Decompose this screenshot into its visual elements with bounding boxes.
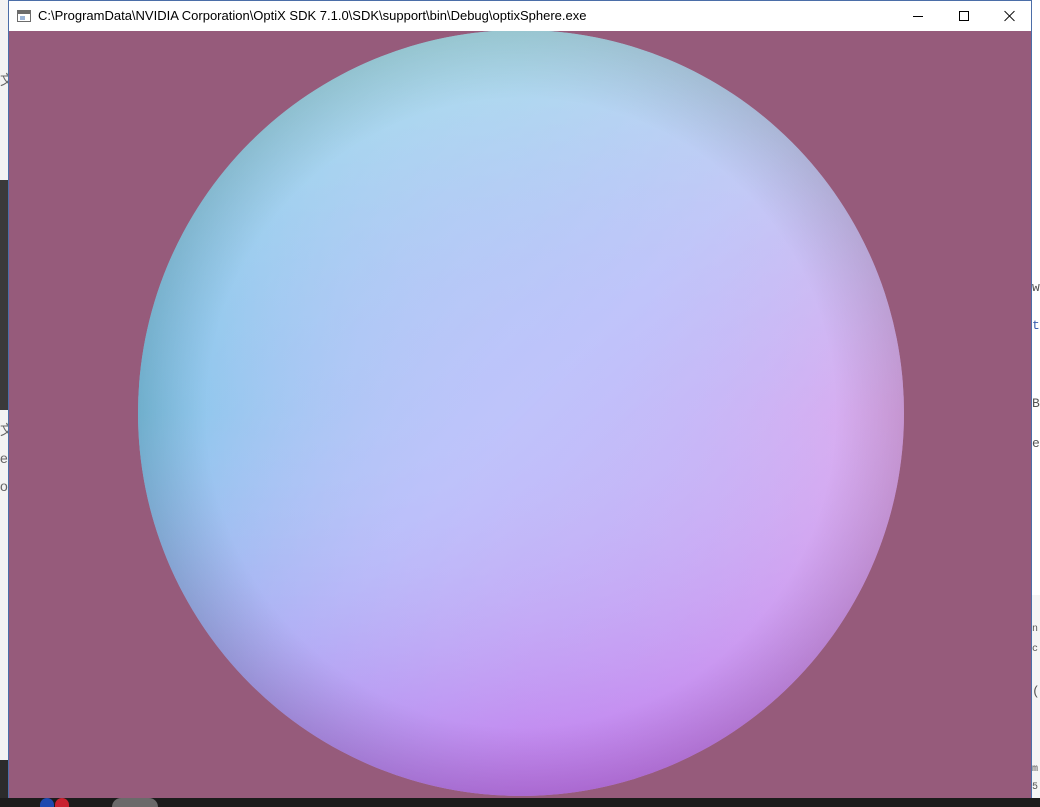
- maximize-icon: [959, 11, 969, 21]
- background-text: m: [1032, 764, 1039, 775]
- background-window-left-dark-panel: [0, 180, 8, 410]
- background-text: n: [1032, 624, 1039, 635]
- app-window-icon[interactable]: [17, 10, 31, 22]
- render-viewport[interactable]: [9, 31, 1031, 798]
- sphere: [138, 31, 904, 796]
- background-text: e: [0, 450, 8, 466]
- background-window-right[interactable]: w t Ba er n c ( m 5: [1032, 0, 1040, 807]
- background-text: (: [1032, 684, 1040, 699]
- taskbar-app-icon[interactable]: [55, 798, 69, 807]
- background-text: c: [1032, 644, 1039, 655]
- background-text: w: [1032, 280, 1040, 295]
- background-text: 文: [0, 72, 8, 88]
- close-button[interactable]: [987, 1, 1033, 31]
- background-text: 文: [0, 422, 8, 438]
- maximize-button[interactable]: [941, 1, 987, 31]
- window-title: C:\ProgramData\NVIDIA Corporation\OptiX …: [38, 8, 587, 23]
- taskbar: [0, 798, 1040, 807]
- background-text: Ba: [1032, 396, 1040, 411]
- minimize-icon: [913, 15, 923, 17]
- background-text: t: [1032, 318, 1040, 333]
- background-text: o: [0, 478, 8, 494]
- title-bar[interactable]: C:\ProgramData\NVIDIA Corporation\OptiX …: [9, 1, 1031, 31]
- taskbar-app-icon[interactable]: [40, 798, 54, 807]
- background-window-left[interactable]: 文 文 e o: [0, 0, 8, 807]
- background-text: 5: [1032, 782, 1039, 793]
- minimize-button[interactable]: [895, 1, 941, 31]
- optix-sphere-window: C:\ProgramData\NVIDIA Corporation\OptiX …: [8, 0, 1032, 798]
- close-icon: [1004, 10, 1016, 22]
- desktop: 文 文 e o w t Ba er n c ( m 5 C:\ProgramDa…: [0, 0, 1040, 807]
- render-canvas: [9, 31, 1031, 798]
- taskbar-app-icon[interactable]: [112, 798, 158, 807]
- background-text: er: [1032, 436, 1040, 451]
